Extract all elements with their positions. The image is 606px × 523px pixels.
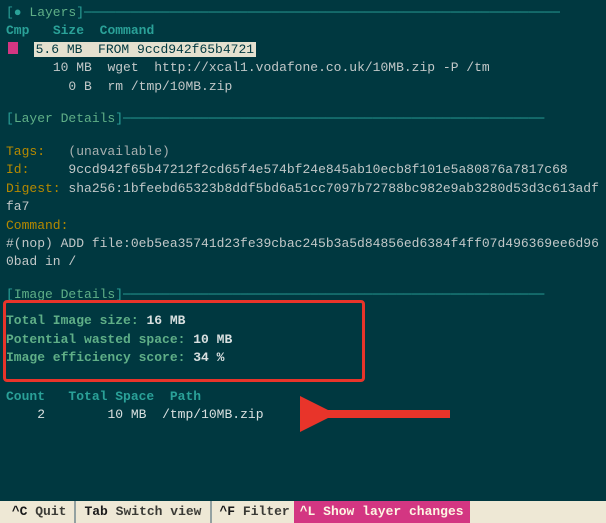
metric-total: Total Image size: 16 MB: [6, 312, 600, 330]
layer-size: 10 MB: [53, 60, 92, 75]
divider-icon: [74, 501, 76, 523]
changes-key: ^L: [300, 503, 316, 521]
col-cmp: Cmp: [6, 23, 29, 38]
id-label: Id:: [6, 162, 29, 177]
command-value-row: #(nop) ADD file:0eb5ea35741d23fe39cbac24…: [6, 235, 600, 272]
layer-row-selected[interactable]: 5.6 MB FROM 9ccd942f65b4721: [6, 41, 600, 59]
wasted-value: 10 MB: [193, 332, 232, 347]
id-row: Id: 9ccd942f65b47212f2cd65f4e574bf24e845…: [6, 161, 600, 179]
command-value: #(nop) ADD file:0eb5ea35741d23fe39cbac24…: [6, 236, 599, 269]
digest-value: sha256:1bfeebd65323b8ddf5bd6a51cc7097b72…: [6, 181, 599, 214]
col-size: Size: [53, 23, 84, 38]
metric-efficiency: Image efficiency score: 34 %: [6, 349, 600, 367]
digest-label: Digest:: [6, 181, 61, 196]
layer-command: FROM 9ccd942f65b4721: [98, 42, 254, 57]
total-size-value: 16 MB: [146, 313, 185, 328]
layer-row[interactable]: 10 MB wget http://xcal1.vodafone.co.uk/1…: [6, 59, 600, 77]
layer-details-header: [Layer Details]─────────────────────────…: [6, 110, 600, 128]
efficiency-label: Image efficiency score:: [6, 350, 185, 365]
image-metrics: Total Image size: 16 MB Potential wasted…: [6, 306, 600, 367]
col-command: Command: [100, 23, 155, 38]
layers-section-header: [● Layers]──────────────────────────────…: [6, 4, 600, 22]
col-total: Total Space: [68, 389, 154, 404]
col-path: Path: [170, 389, 201, 404]
wasted-row: 2 10 MB /tmp/10MB.zip: [6, 406, 600, 424]
tags-row: Tags: (unavailable): [6, 143, 600, 161]
quit-label: Quit: [35, 504, 66, 519]
quit-key: ^C: [12, 504, 28, 519]
command-label: Command:: [6, 218, 68, 233]
digest-row: Digest: sha256:1bfeebd65323b8ddf5bd6a51c…: [6, 180, 600, 217]
filter-label: Filter: [243, 504, 290, 519]
layer-row[interactable]: 0 B rm /tmp/10MB.zip: [6, 78, 600, 96]
switch-view-action[interactable]: Tab Switch view: [84, 503, 201, 521]
command-label-row: Command:: [6, 217, 600, 235]
filter-key: ^F: [220, 504, 236, 519]
wasted-path: /tmp/10MB.zip: [162, 407, 263, 422]
layer-size: 5.6 MB: [36, 42, 83, 57]
wasted-count: 2: [37, 407, 45, 422]
quit-action[interactable]: ^C Quit: [4, 503, 66, 521]
cmp-marker-icon: [8, 42, 18, 54]
tab-label: Switch view: [116, 504, 202, 519]
efficiency-value: 34 %: [193, 350, 224, 365]
layer-details-title: Layer Details: [14, 111, 115, 126]
divider-icon: [210, 501, 212, 523]
layer-command: wget http://xcal1.vodafone.co.uk/10MB.zi…: [107, 60, 489, 75]
tags-value: (unavailable): [68, 144, 169, 159]
layers-column-headers: Cmp Size Command: [6, 22, 600, 40]
changes-label: Show layer changes: [323, 503, 463, 521]
image-details-header: [Image Details]─────────────────────────…: [6, 286, 600, 304]
wasted-headers: Count Total Space Path: [6, 388, 600, 406]
image-details-title: Image Details: [14, 287, 115, 302]
layer-changes-action[interactable]: ^L Show layer changes: [294, 501, 470, 523]
metric-wasted: Potential wasted space: 10 MB: [6, 331, 600, 349]
id-value: 9ccd942f65b47212f2cd65f4e574bf24e845ab10…: [68, 162, 567, 177]
wasted-total: 10 MB: [107, 407, 146, 422]
layer-command: rm /tmp/10MB.zip: [107, 79, 232, 94]
status-bar: ^C Quit Tab Switch view ^F Filter ^L Sho…: [0, 501, 606, 523]
filter-action[interactable]: ^F Filter: [220, 503, 290, 521]
layers-title: Layers: [29, 5, 76, 20]
layer-size: 0 B: [68, 79, 91, 94]
tab-key: Tab: [84, 504, 107, 519]
wasted-label: Potential wasted space:: [6, 332, 185, 347]
total-size-label: Total Image size:: [6, 313, 139, 328]
tags-label: Tags:: [6, 144, 45, 159]
terminal-screen: [● Layers]──────────────────────────────…: [0, 0, 606, 429]
col-count: Count: [6, 389, 45, 404]
